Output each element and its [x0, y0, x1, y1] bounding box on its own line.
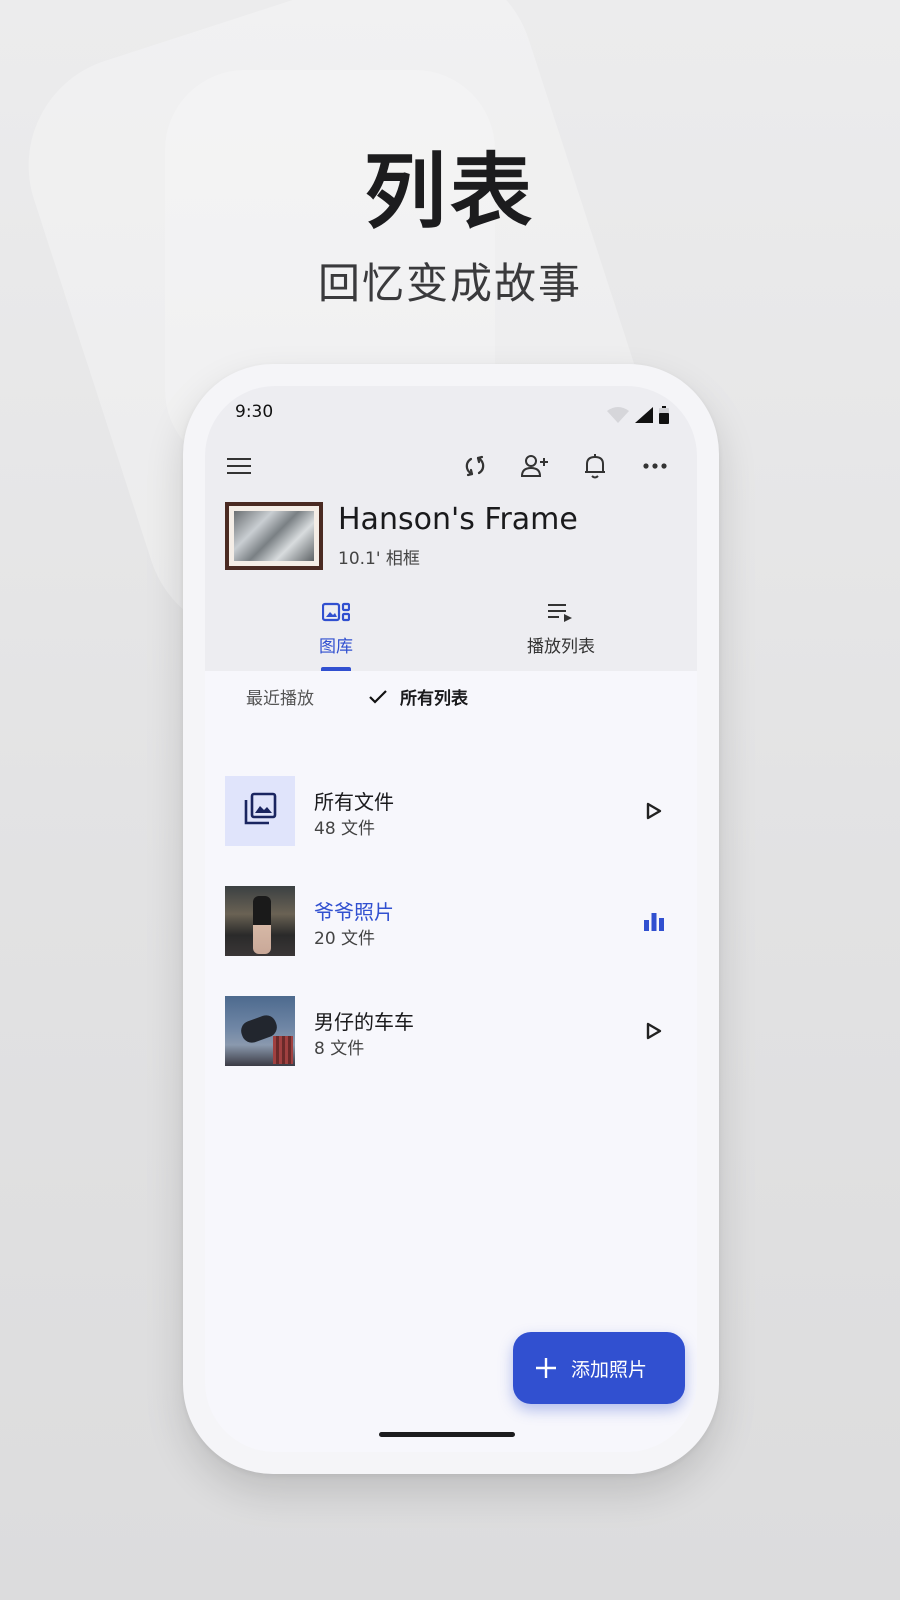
now-playing-icon — [639, 906, 669, 936]
status-time: 9:30 — [235, 402, 274, 422]
gallery-icon — [321, 602, 351, 626]
promo-subline: 回忆变成故事 — [317, 259, 582, 308]
filter-all-lists[interactable]: 所有列表 — [368, 684, 468, 709]
active-tab-indicator — [321, 667, 351, 671]
list-item[interactable]: 所有文件 48 文件 — [225, 776, 677, 846]
add-photos-button[interactable]: 添加照片 — [513, 1332, 685, 1404]
plus-icon — [535, 1357, 557, 1379]
device-subtitle: 10.1' 相框 — [338, 549, 420, 569]
frame-thumbnail — [225, 502, 323, 570]
all-files-tile — [225, 776, 295, 846]
add-person-icon[interactable] — [517, 448, 553, 484]
playlist-icon — [548, 602, 574, 626]
device-name: Hanson's Frame — [338, 502, 578, 537]
check-icon — [368, 689, 388, 705]
home-indicator — [379, 1432, 515, 1437]
menu-icon[interactable] — [221, 448, 257, 484]
list-item[interactable]: 爷爷照片 20 文件 — [225, 886, 677, 956]
playlist-title: 所有文件 — [314, 790, 394, 814]
promo-headline: 列表 — [363, 145, 536, 240]
status-icons — [607, 406, 669, 428]
photo-library-icon — [242, 791, 278, 831]
sync-icon[interactable] — [457, 448, 493, 484]
tab-playlist-label: 播放列表 — [527, 637, 595, 657]
playlist-count: 48 文件 — [314, 819, 376, 839]
list-item[interactable]: 男仔的车车 8 文件 — [225, 996, 677, 1066]
playlist-title: 爷爷照片 — [314, 900, 394, 924]
playlist-thumbnail — [225, 886, 295, 956]
filter-recently-played[interactable]: 最近播放 — [246, 684, 314, 709]
play-icon[interactable] — [639, 1016, 669, 1046]
tab-playlist[interactable]: 播放列表 — [491, 596, 631, 671]
app-header: 9:30 Hanson's Frame 10.1' 相框 图库 播放列表 — [205, 386, 697, 671]
playlist-count: 8 文件 — [314, 1039, 365, 1059]
bell-icon[interactable] — [577, 448, 613, 484]
battery-icon — [659, 406, 669, 428]
playlist-count: 20 文件 — [314, 929, 376, 949]
signal-icon — [635, 407, 653, 427]
app-screen: 9:30 Hanson's Frame 10.1' 相框 图库 播放列表 最近播… — [205, 386, 697, 1452]
more-icon[interactable] — [637, 448, 673, 484]
playlist-thumbnail — [225, 996, 295, 1066]
wifi-icon — [607, 407, 629, 427]
playlist-title: 男仔的车车 — [314, 1010, 414, 1034]
tab-gallery[interactable]: 图库 — [266, 596, 406, 671]
tab-gallery-label: 图库 — [319, 637, 353, 657]
play-icon[interactable] — [639, 796, 669, 826]
phone-mockup: 9:30 Hanson's Frame 10.1' 相框 图库 播放列表 最近播… — [183, 364, 719, 1474]
filter-all-lists-label: 所有列表 — [400, 689, 468, 709]
add-photos-label: 添加照片 — [571, 1358, 648, 1381]
